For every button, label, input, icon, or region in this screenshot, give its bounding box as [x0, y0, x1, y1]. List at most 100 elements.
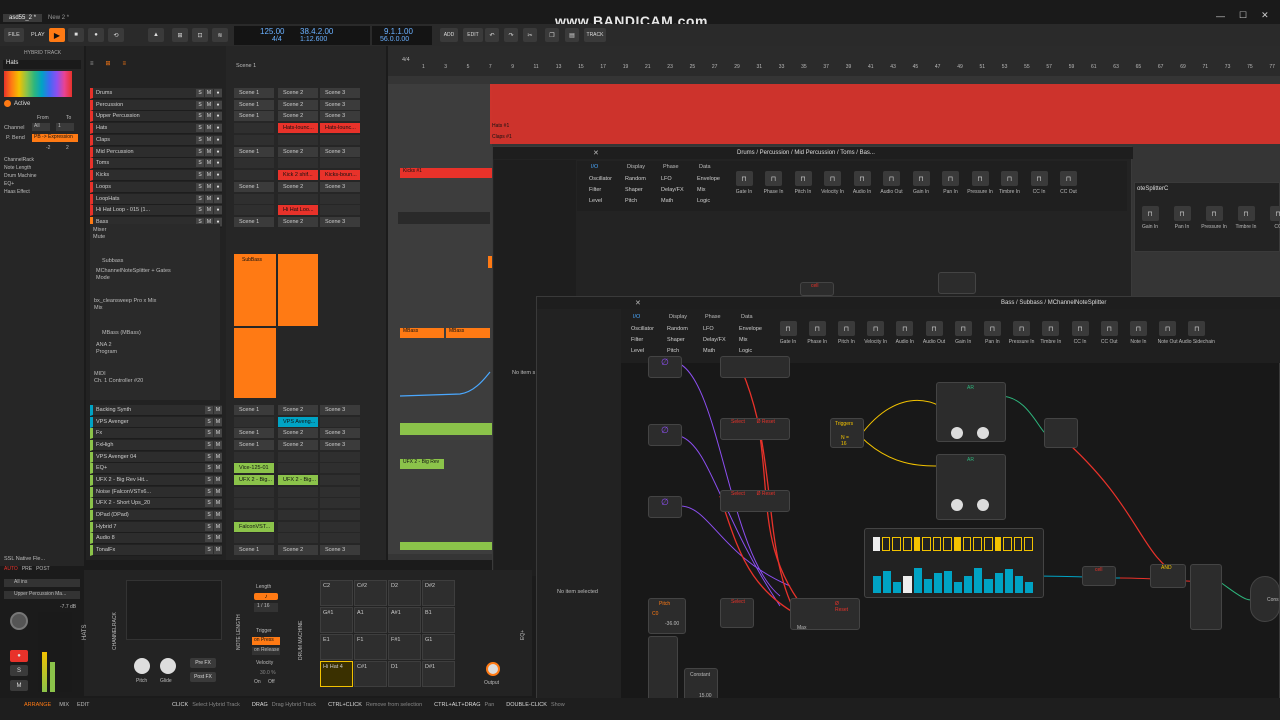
- clip-slot[interactable]: Scene 1: [234, 217, 274, 227]
- ar-envelope-node-1[interactable]: AR: [936, 382, 1006, 442]
- clip-slot[interactable]: Scene 3: [320, 182, 360, 192]
- track-header[interactable]: EQ+ S M: [90, 463, 222, 474]
- clip-slot[interactable]: Scene 3: [320, 147, 360, 157]
- arranger-clip-fx[interactable]: [400, 423, 492, 435]
- clip-slot[interactable]: [234, 170, 274, 180]
- mute-param[interactable]: Mute: [93, 234, 105, 240]
- record-arm-toggle[interactable]: ●: [214, 183, 222, 191]
- drum-pad[interactable]: D#1: [422, 661, 455, 687]
- mute-toggle[interactable]: M: [205, 89, 213, 97]
- clip-slot[interactable]: Vice-125-01: [234, 463, 274, 473]
- channel-from-select[interactable]: All: [32, 123, 50, 131]
- channel-to-select[interactable]: 1: [56, 123, 74, 131]
- maximize-icon[interactable]: ☐: [1239, 10, 1247, 21]
- clip-subbass[interactable]: [234, 254, 276, 326]
- solo-toggle[interactable]: S: [205, 406, 213, 414]
- track-header[interactable]: Fx S M: [90, 428, 222, 439]
- clip-slot[interactable]: Scene 2: [278, 147, 318, 157]
- io-module[interactable]: ⊓ Phase In: [803, 321, 831, 345]
- solo-toggle[interactable]: S: [205, 534, 213, 542]
- mute-toggle[interactable]: M: [205, 183, 213, 191]
- track-header[interactable]: FxHigh S M: [90, 440, 222, 451]
- io-module[interactable]: ⊓ Audio Out: [878, 171, 906, 195]
- io-module[interactable]: ⊓ Timbre In: [996, 171, 1024, 195]
- program-param[interactable]: Program: [96, 349, 117, 355]
- redo-button[interactable]: ↷: [504, 28, 518, 42]
- device-eq[interactable]: EQ+: [4, 181, 80, 189]
- clip-slot[interactable]: UFX 2 - Big...: [278, 475, 318, 485]
- arranger-clip-tonal[interactable]: [400, 542, 492, 550]
- clip-slot[interactable]: Scene 2: [278, 88, 318, 98]
- arranger-clip-kicks[interactable]: Kicks #1: [400, 168, 492, 178]
- record-arm-toggle[interactable]: ●: [214, 89, 222, 97]
- track-header[interactable]: Noise (FalconVSTx6... S M: [90, 487, 222, 498]
- clip-slot[interactable]: Scene 2: [278, 428, 318, 438]
- solo-toggle[interactable]: S: [196, 101, 204, 109]
- mute-toggle[interactable]: M: [205, 124, 213, 132]
- ana-device-label[interactable]: ANA 2: [96, 342, 112, 348]
- output-select[interactable]: Upper Percussion Ma...: [4, 591, 80, 599]
- track-header[interactable]: Kicks S M ●: [90, 170, 222, 181]
- clip-slot[interactable]: Scene 2: [278, 545, 318, 555]
- module-category[interactable]: Shaper: [667, 337, 685, 343]
- mode-param[interactable]: Mode: [96, 275, 110, 281]
- drum-pad[interactable]: Hi Hat 4: [320, 661, 353, 687]
- stop-button[interactable]: ■: [68, 28, 84, 42]
- track-header[interactable]: Hybrid 7 SM: [90, 522, 222, 533]
- solo-toggle[interactable]: S: [205, 499, 213, 507]
- position-beats[interactable]: 38.4.2.00: [300, 27, 333, 36]
- clip-slot[interactable]: Kick 2 shif...: [278, 170, 318, 180]
- grid-window-back-close[interactable]: ✕: [593, 149, 599, 157]
- attack-knob-2[interactable]: [951, 499, 963, 511]
- arranger-ruler[interactable]: [388, 46, 1280, 76]
- record-arm-toggle[interactable]: ●: [214, 124, 222, 132]
- view-edit[interactable]: EDIT: [77, 702, 90, 708]
- clip-slot[interactable]: [278, 510, 318, 520]
- track-header[interactable]: Drums S M ●: [90, 88, 222, 99]
- io-module[interactable]: ⊓ Note In: [1124, 321, 1152, 345]
- track-button[interactable]: TRACK: [584, 28, 606, 42]
- solo-toggle[interactable]: S: [205, 488, 213, 496]
- solo-toggle[interactable]: S: [196, 124, 204, 132]
- drum-pad[interactable]: C#1: [354, 661, 387, 687]
- copy-button[interactable]: ❐: [545, 28, 559, 42]
- io-module[interactable]: ⊓ Gate In: [730, 171, 758, 195]
- gate-steps[interactable]: [873, 537, 1033, 551]
- clip-slot[interactable]: Scene 3: [320, 428, 360, 438]
- module-category[interactable]: Math: [703, 348, 715, 354]
- device-channelrack[interactable]: ChannelRack: [4, 157, 80, 165]
- release-knob-2[interactable]: [977, 499, 989, 511]
- record-arm-button[interactable]: ●: [10, 650, 28, 662]
- record-arm-toggle[interactable]: ●: [214, 112, 222, 120]
- io-module[interactable]: ⊓ Pan In: [1168, 206, 1196, 230]
- grid-tab[interactable]: Phase: [663, 164, 679, 170]
- mute-toggle[interactable]: M: [214, 499, 222, 507]
- sweep-device-label[interactable]: bx_cleansweep Pro x Mix: [94, 298, 156, 304]
- io-module[interactable]: ⊓ Gain In: [907, 171, 935, 195]
- solo-toggle[interactable]: S: [205, 464, 213, 472]
- clip-slot[interactable]: [320, 205, 360, 215]
- io-module[interactable]: ⊓ Pan In: [978, 321, 1006, 345]
- io-module[interactable]: ⊓ Pressure In: [1200, 206, 1228, 230]
- clip-slot[interactable]: Scene 1: [234, 428, 274, 438]
- solo-toggle[interactable]: S: [196, 112, 204, 120]
- grid-icon[interactable]: ⊞: [106, 60, 111, 67]
- io-module[interactable]: ⊓ Pitch In: [789, 171, 817, 195]
- track-header[interactable]: Backing Synth S M: [90, 405, 222, 416]
- mute-toggle[interactable]: M: [214, 429, 222, 437]
- clip-slot[interactable]: [320, 522, 360, 532]
- ar-envelope-node-2[interactable]: AR: [936, 454, 1006, 520]
- module-category[interactable]: Random: [667, 326, 688, 332]
- select-node-1[interactable]: [720, 356, 790, 378]
- io-module[interactable]: ⊓ Audio In: [891, 321, 919, 345]
- solo-toggle[interactable]: S: [196, 89, 204, 97]
- record-arm-toggle[interactable]: ●: [214, 136, 222, 144]
- undo-button[interactable]: ↶: [485, 28, 499, 42]
- menu-icon[interactable]: ≡: [90, 61, 94, 67]
- clip-slot[interactable]: UFX 2 - Big...: [234, 475, 274, 485]
- solo-toggle[interactable]: S: [196, 136, 204, 144]
- clip-slot[interactable]: VPS Aveng...: [278, 417, 318, 427]
- step-sequencer-node[interactable]: [864, 528, 1044, 598]
- mute-toggle[interactable]: M: [205, 159, 213, 167]
- io-module[interactable]: ⊓ CC: [1264, 206, 1280, 230]
